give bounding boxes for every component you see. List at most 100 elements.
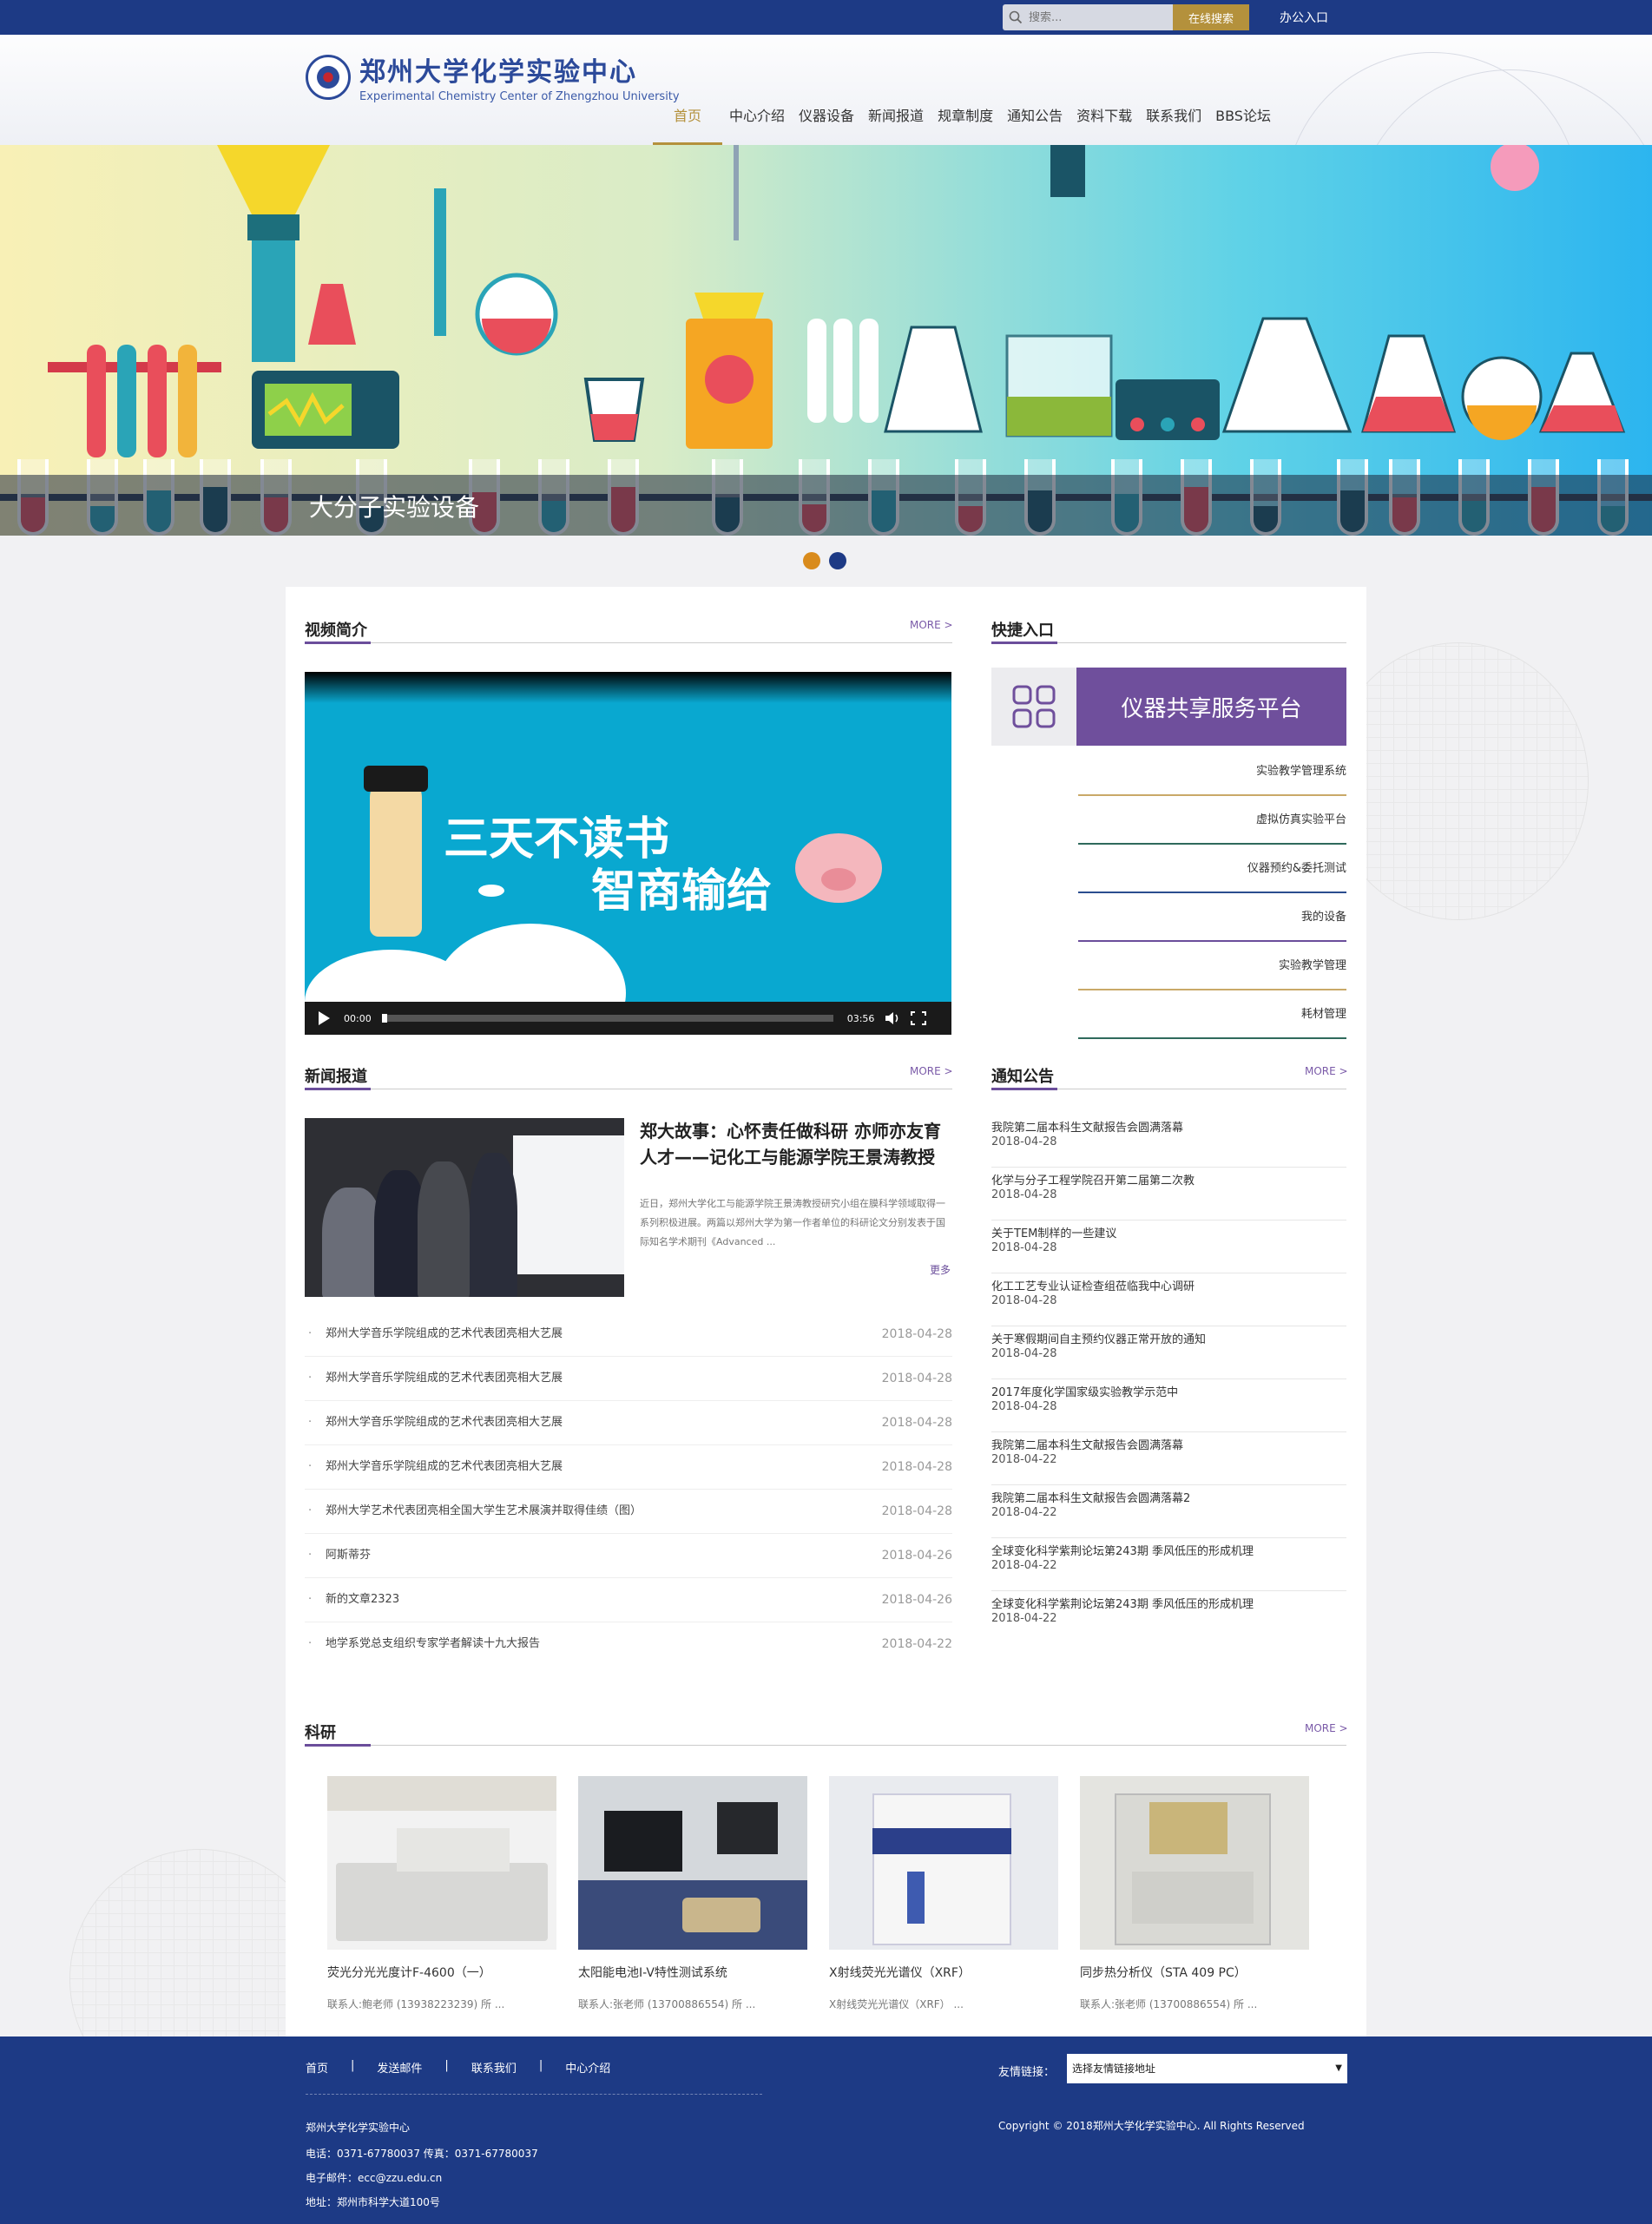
section-divider (305, 1745, 1346, 1746)
research-card-xrf[interactable]: X射线荧光光谱仪（XRF） X射线荧光光谱仪（XRF） ... (829, 1776, 1058, 2011)
nav-center-intro[interactable]: 中心介绍 (722, 97, 792, 145)
instrument-sharing-platform-banner[interactable]: 仪器共享服务平台 (991, 668, 1346, 746)
video-progress-bar[interactable] (381, 1014, 833, 1023)
main-nav: 首页 中心介绍 仪器设备 新闻报道 规章制度 通知公告 资料下载 联系我们 BB… (653, 97, 1278, 145)
banner-dot-2[interactable] (829, 552, 846, 569)
footer-separator: | (538, 2059, 543, 2072)
section-underline (305, 642, 371, 644)
friend-links-select[interactable]: 选择友情链接地址 ▼ (1067, 2054, 1347, 2083)
notice-list-item[interactable]: 全球变化科学紫荆论坛第243期 季风低压的形成机理 2018-04-22 (991, 1591, 1346, 1644)
research-card-desc: 联系人:张老师 (13700886554) 所 ... (578, 1998, 756, 2010)
search-box[interactable] (1003, 4, 1173, 30)
quick-item-virtual-lab[interactable]: 虚拟仿真实验平台 (991, 796, 1346, 845)
logo-chinese-title: 郑州大学化学实验中心 (359, 57, 637, 88)
footer-address: 地址：郑州市科学大道100号 (306, 2196, 440, 2208)
search-icon (1003, 4, 1029, 30)
nav-news[interactable]: 新闻报道 (861, 97, 931, 145)
notice-list-item[interactable]: 化学与分子工程学院召开第二届第二次教 2018-04-28 (991, 1168, 1346, 1221)
news-list-item[interactable]: · 地学系党总支组织专家学者解读十九大报告 2018-04-22 (305, 1622, 952, 1667)
research-section-title: 科研 (305, 1724, 336, 1742)
instrument-photo (829, 1776, 1058, 1950)
research-card-fluorescence[interactable]: 荧光分光光度计F-4600（一） 联系人:鲍老师 (13938223239) 所… (327, 1776, 556, 2011)
banner-caption-bar: 大分子实验设备 (0, 475, 1652, 536)
instrument-photo (327, 1776, 556, 1950)
nav-instruments[interactable]: 仪器设备 (792, 97, 861, 145)
university-seal-icon (306, 54, 351, 100)
notice-more-link[interactable]: MORE > (1305, 1065, 1348, 1077)
video-more-link[interactable]: MORE > (910, 619, 953, 631)
search-button[interactable]: 在线搜索 (1173, 4, 1249, 30)
notice-list-item[interactable]: 我院第二届本科生文献报告会圆满落幕2 2018-04-22 (991, 1485, 1346, 1538)
footer-phone: 电话：0371-67780037 传真：0371-67780037 (306, 2148, 538, 2160)
nav-regulations[interactable]: 规章制度 (931, 97, 1000, 145)
site-footer: 首页 | 发送邮件 | 联系我们 | 中心介绍 郑州大学化学实验中心 电话：03… (0, 2036, 1652, 2224)
top-bar: 在线搜索 办公入口 (0, 0, 1652, 35)
footer-email: 电子邮件：ecc@zzu.edu.cn (306, 2172, 443, 2184)
research-card-solar-cell[interactable]: 太阳能电池I-V特性测试系统 联系人:张老师 (13700886554) 所 .… (578, 1776, 807, 2011)
office-entry-link[interactable]: 办公入口 (1280, 9, 1328, 26)
platform-label: 仪器共享服务平台 (1076, 668, 1346, 746)
news-feature-more-link[interactable]: 更多 (930, 1262, 951, 1277)
nav-notices[interactable]: 通知公告 (1000, 97, 1070, 145)
banner-dot-1[interactable] (803, 552, 820, 569)
quick-item-my-devices[interactable]: 我的设备 (991, 893, 1346, 942)
footer-links: 首页 | 发送邮件 | 联系我们 | 中心介绍 (306, 2059, 610, 2076)
news-feature-photo[interactable] (305, 1118, 624, 1297)
nav-home[interactable]: 首页 (653, 97, 723, 145)
footer-link-email[interactable]: 发送邮件 (377, 2059, 422, 2076)
news-list-item[interactable]: · 郑州大学音乐学院组成的艺术代表团亮相大艺展 2018-04-28 (305, 1401, 952, 1445)
nav-downloads[interactable]: 资料下载 (1070, 97, 1139, 145)
cartoon-hat (364, 766, 428, 792)
news-more-link[interactable]: MORE > (910, 1065, 953, 1077)
notice-list-item[interactable]: 化工工艺专业认证检查组莅临我中心调研 2018-04-28 (991, 1273, 1346, 1326)
quick-item-consumables[interactable]: 耗材管理 (991, 990, 1346, 1039)
research-card-thermal-analyzer[interactable]: 同步热分析仪（STA 409 PC） 联系人:张老师 (13700886554)… (1080, 1776, 1309, 2011)
site-logo[interactable]: 郑州大学化学实验中心 Experimental Chemistry Center… (306, 50, 680, 103)
quick-item-teaching-system[interactable]: 实验教学管理系统 (991, 747, 1346, 796)
fullscreen-icon[interactable] (911, 1011, 927, 1025)
notice-list-item[interactable]: 我院第二届本科生文献报告会圆满落幕 2018-04-22 (991, 1432, 1346, 1485)
news-feature-title[interactable]: 郑大故事：心怀责任做科研 亦师亦友育人才——记化工与能源学院王景涛教授 (640, 1118, 952, 1170)
research-more-link[interactable]: MORE > (1305, 1722, 1348, 1734)
news-list-item[interactable]: · 新的文章2323 2018-04-26 (305, 1578, 952, 1622)
notice-list-item[interactable]: 关于TEM制样的一些建议 2018-04-28 (991, 1221, 1346, 1273)
footer-org: 郑州大学化学实验中心 (306, 2122, 411, 2134)
news-list-item[interactable]: · 郑州大学艺术代表团亮相全国大学生艺术展演并取得佳绩（图） 2018-04-28 (305, 1490, 952, 1534)
quick-section-title: 快捷入口 (991, 622, 1054, 640)
footer-divider (306, 2094, 762, 2095)
quick-item-reservation[interactable]: 仪器预约&委托测试 (991, 845, 1346, 893)
news-section-title: 新闻报道 (305, 1068, 367, 1086)
logo-english-title: Experimental Chemistry Center of Zhengzh… (359, 90, 680, 103)
research-card-title: 太阳能电池I-V特性测试系统 (578, 1966, 727, 1980)
news-list-item[interactable]: · 郑州大学音乐学院组成的艺术代表团亮相大艺展 2018-04-28 (305, 1445, 952, 1490)
nav-bbs[interactable]: BBS论坛 (1208, 97, 1278, 145)
cartoon-pig-snout (821, 868, 856, 891)
footer-link-home[interactable]: 首页 (306, 2059, 328, 2076)
play-icon[interactable] (319, 1011, 330, 1025)
news-list-item[interactable]: · 阿斯蒂芬 2018-04-26 (305, 1534, 952, 1578)
news-list-item[interactable]: · 郑州大学音乐学院组成的艺术代表团亮相大艺展 2018-04-28 (305, 1313, 952, 1357)
notice-list-item[interactable]: 关于寒假期间自主预约仪器正常开放的通知 2018-04-28 (991, 1326, 1346, 1379)
friend-links-label: 友情链接： (998, 2066, 1056, 2079)
search-input[interactable] (1029, 10, 1159, 24)
video-section-title: 视频简介 (305, 622, 367, 640)
section-underline (305, 1088, 371, 1090)
notice-list-item[interactable]: 全球变化科学紫荆论坛第243期 季风低压的形成机理 2018-04-22 (991, 1538, 1346, 1591)
nav-contact[interactable]: 联系我们 (1139, 97, 1208, 145)
volume-icon[interactable] (885, 1011, 900, 1025)
main-content: 视频简介 MORE > 三天不读书 智商输给 00:00 03:56 快捷入口 (286, 587, 1366, 2036)
research-card-desc: 联系人:鲍老师 (13938223239) 所 ... (327, 1998, 505, 2010)
notice-list-item[interactable]: 我院第二届本科生文献报告会圆满落幕 2018-04-28 (991, 1115, 1346, 1168)
video-player[interactable]: 三天不读书 智商输给 00:00 03:56 (305, 672, 951, 1035)
banner-pagination (803, 552, 846, 569)
notice-list-item[interactable]: 2017年度化学国家级实验教学示范中 2018-04-28 (991, 1379, 1346, 1432)
footer-link-contact[interactable]: 联系我们 (471, 2059, 517, 2076)
site-header: 郑州大学化学实验中心 Experimental Chemistry Center… (0, 35, 1652, 145)
video-duration: 03:56 (846, 1012, 875, 1024)
hero-banner[interactable]: 大分子实验设备 (0, 145, 1652, 536)
news-list-item[interactable]: · 郑州大学音乐学院组成的艺术代表团亮相大艺展 2018-04-28 (305, 1357, 952, 1401)
quick-item-teaching-management[interactable]: 实验教学管理 (991, 942, 1346, 990)
footer-link-intro[interactable]: 中心介绍 (565, 2059, 610, 2076)
copyright: Copyright © 2018郑州大学化学实验中心. All Rights R… (998, 2120, 1305, 2132)
background-globe-decoration (1328, 642, 1589, 920)
